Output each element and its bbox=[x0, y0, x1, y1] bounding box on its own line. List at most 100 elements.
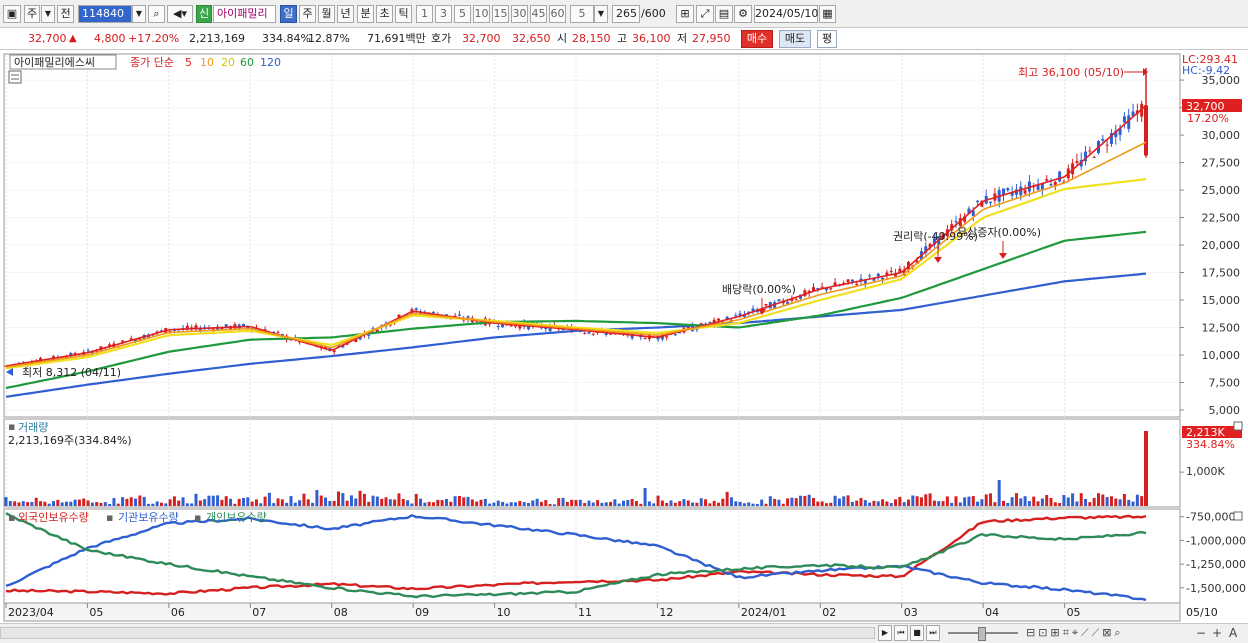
volume-bar bbox=[824, 503, 828, 506]
volume-bar bbox=[984, 494, 988, 506]
hoga-label: 호가 bbox=[431, 32, 452, 45]
stock-name-field[interactable]: 아이패밀리 bbox=[213, 5, 276, 23]
code-dropdown-icon[interactable]: ▼ bbox=[132, 5, 146, 23]
tab-second[interactable]: 초 bbox=[376, 5, 393, 23]
rewind-icon[interactable]: ⏮ bbox=[894, 625, 908, 641]
holdings-panel-close-icon[interactable] bbox=[1233, 511, 1243, 521]
volume-bar bbox=[725, 491, 729, 506]
interval-10[interactable]: 10 bbox=[473, 5, 490, 23]
holdings-settings-dot[interactable]: ▪ bbox=[8, 511, 15, 524]
volume-bar bbox=[885, 501, 889, 506]
legend-ma-120[interactable]: 120 bbox=[260, 56, 281, 69]
candle-body bbox=[673, 334, 677, 336]
sell-button[interactable]: 매도 bbox=[779, 30, 811, 48]
tab-week[interactable]: 주 bbox=[299, 5, 316, 23]
volume-bar bbox=[686, 500, 690, 506]
tab-minute[interactable]: 분 bbox=[357, 5, 374, 23]
volume-bar bbox=[1084, 499, 1088, 506]
prev-button[interactable]: 전 bbox=[57, 5, 74, 23]
market-button[interactable]: 주 bbox=[24, 5, 40, 23]
eval-button[interactable]: 평 bbox=[817, 30, 837, 48]
speaker-icon[interactable]: ◀▾ bbox=[167, 5, 193, 23]
volume-bar bbox=[656, 495, 660, 506]
interval-select[interactable]: 5 bbox=[570, 5, 594, 23]
candle-body bbox=[414, 308, 418, 311]
volume-bar bbox=[1101, 494, 1105, 506]
indicator-icon[interactable]: ⤢ bbox=[696, 5, 714, 23]
volume-bar bbox=[43, 501, 47, 506]
volume-bar bbox=[527, 502, 530, 506]
volume-bar bbox=[453, 496, 457, 506]
volume-bar bbox=[600, 502, 604, 506]
volume-bar bbox=[103, 502, 107, 506]
volume-bar bbox=[1118, 499, 1122, 506]
volume-bar bbox=[1075, 501, 1079, 506]
scroll-right-icon[interactable]: ▶ bbox=[878, 625, 892, 641]
candle-body bbox=[121, 340, 125, 342]
volume-bar bbox=[786, 498, 790, 506]
zoom-out-icon[interactable]: − bbox=[1196, 626, 1206, 640]
volume-bar bbox=[121, 497, 125, 506]
interval-60[interactable]: 60 bbox=[549, 5, 566, 23]
market-dropdown-icon[interactable]: ▼ bbox=[41, 5, 55, 23]
legend-ma-10[interactable]: 10 bbox=[200, 56, 214, 69]
volume-bar bbox=[95, 502, 99, 506]
volume-bar bbox=[13, 501, 17, 506]
volume-bar bbox=[142, 496, 146, 506]
legend-ma-5[interactable]: 5 bbox=[185, 56, 192, 69]
zoom-slider-handle[interactable] bbox=[978, 627, 986, 641]
volume-bar bbox=[4, 497, 8, 506]
interval-1[interactable]: 1 bbox=[416, 5, 433, 23]
calendar-icon[interactable]: ▦ bbox=[819, 5, 836, 23]
tab-tick[interactable]: 틱 bbox=[395, 5, 412, 23]
volume-settings-dot[interactable]: ▪ bbox=[8, 420, 15, 433]
volume-bar bbox=[911, 495, 915, 506]
interval-30[interactable]: 30 bbox=[511, 5, 528, 23]
chart-tools-icons[interactable]: ⊟⊡⊞⌗⌖⟋⟋⊠⌕ bbox=[1026, 626, 1124, 640]
buy-button[interactable]: 매수 bbox=[741, 30, 773, 48]
gear-icon[interactable]: ⚙ bbox=[734, 5, 752, 23]
count-input[interactable]: 265 bbox=[612, 5, 640, 23]
font-size-icon[interactable]: A bbox=[1229, 626, 1237, 640]
forward-icon[interactable]: ⏭ bbox=[926, 625, 940, 641]
volume-panel-close-icon[interactable] bbox=[1233, 421, 1243, 431]
interval-45[interactable]: 45 bbox=[530, 5, 547, 23]
volume-bar bbox=[449, 501, 453, 506]
volume-bar bbox=[181, 497, 185, 506]
search-icon[interactable]: ⌕ bbox=[148, 5, 165, 23]
volume-bar bbox=[17, 502, 21, 506]
horizontal-scrollbar[interactable] bbox=[0, 627, 875, 639]
x-axis-label: 2023/04 bbox=[8, 606, 54, 619]
volume-bar bbox=[967, 496, 971, 506]
save-icon[interactable]: ▤ bbox=[715, 5, 733, 23]
volume-bar bbox=[8, 501, 12, 506]
interval-15[interactable]: 15 bbox=[492, 5, 509, 23]
volume-bar bbox=[738, 501, 742, 506]
window-menu-icon[interactable]: ▣ bbox=[3, 5, 21, 23]
volume-bar bbox=[699, 498, 703, 506]
tab-month[interactable]: 월 bbox=[318, 5, 335, 23]
date-input[interactable]: 2024/05/10 bbox=[754, 5, 818, 23]
trade-amount: 71,691백만 bbox=[367, 32, 426, 45]
interval-dropdown-icon[interactable]: ▼ bbox=[594, 5, 608, 23]
legend-ma-20[interactable]: 20 bbox=[221, 56, 235, 69]
candle-body bbox=[276, 331, 280, 333]
zoom-in-icon[interactable]: + bbox=[1212, 626, 1222, 640]
interval-5[interactable]: 5 bbox=[454, 5, 471, 23]
chart-settings-icon[interactable]: ⊞ bbox=[676, 5, 694, 23]
volume-bar bbox=[902, 502, 906, 506]
candle-body bbox=[1075, 161, 1079, 163]
volume-bar bbox=[311, 502, 315, 506]
interval-3[interactable]: 3 bbox=[435, 5, 452, 23]
stop-icon[interactable]: ■ bbox=[910, 625, 924, 641]
volume-bar bbox=[90, 502, 94, 506]
volume-bar bbox=[941, 501, 945, 506]
stock-code-input[interactable]: 114840 bbox=[78, 5, 132, 23]
tab-year[interactable]: 년 bbox=[337, 5, 354, 23]
volume-bar bbox=[1135, 494, 1139, 506]
volume-bar bbox=[799, 495, 803, 506]
volume-bar bbox=[652, 503, 656, 506]
tab-day[interactable]: 일 bbox=[280, 5, 297, 23]
legend-ma-60[interactable]: 60 bbox=[240, 56, 254, 69]
table-toggle-icon[interactable] bbox=[8, 70, 22, 84]
